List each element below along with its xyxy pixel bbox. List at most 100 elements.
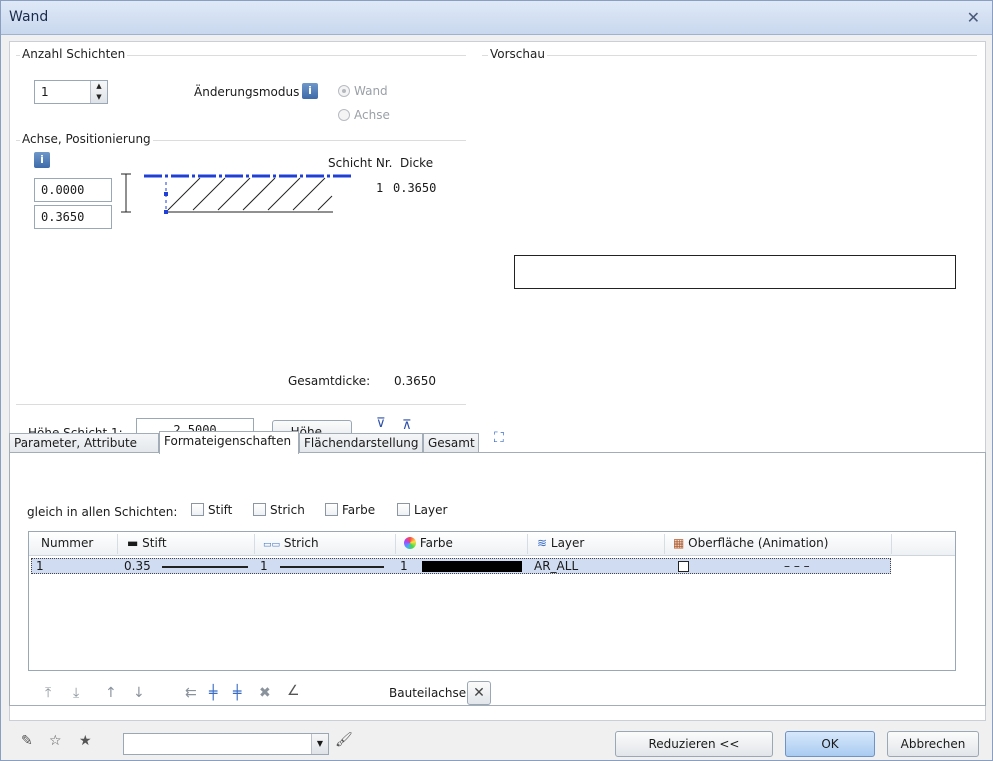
axis-top-field[interactable]: 0.0000 [34, 178, 112, 202]
cancel-button[interactable]: Abbrechen [887, 731, 979, 757]
height-bottom-icon[interactable]: ⊼ [402, 418, 412, 433]
favorite-save-icon[interactable]: ★ [79, 733, 92, 749]
cell-oberflaeche: – – – [784, 559, 810, 573]
checkbox-box [191, 503, 204, 516]
spin-down-icon[interactable]: ▼ [91, 92, 107, 103]
add-layer-below-icon[interactable]: ╪ [233, 685, 241, 701]
checkbox-layer[interactable]: Layer [397, 503, 447, 517]
table-row[interactable]: 1 0.35 1 1 AR_ALL – – – [31, 558, 891, 574]
layers-icon: ≋ [537, 536, 548, 550]
col-oberflaeche[interactable]: ▦ Oberfläche (Animation) [673, 536, 828, 550]
line-sample [280, 566, 384, 568]
col-layer[interactable]: ≋ Layer [537, 536, 584, 550]
cell-layer: AR_ALL [534, 559, 579, 573]
group-line-preview [482, 55, 977, 56]
group-title-preview: Vorschau [488, 47, 547, 61]
col-stift-label: Stift [142, 536, 167, 550]
preview-wall-rect [514, 255, 956, 289]
move-up-icon[interactable]: ↑ [105, 685, 117, 701]
layer-format-grid[interactable]: Nummer ▬ Stift ▭▭ Strich Farbe ≋ Layer ▦… [28, 531, 956, 671]
col-stift[interactable]: ▬ Stift [127, 536, 167, 550]
axis-bottom-field[interactable]: 0.3650 [34, 205, 112, 229]
info-icon-axis[interactable]: i [34, 152, 50, 168]
cell-farbe: 1 [400, 559, 408, 573]
group-title-layers: Anzahl Schichten [20, 47, 128, 61]
insert-layer-icon[interactable]: ⇇ [185, 685, 197, 701]
divider [16, 404, 466, 405]
layer-schematic [121, 173, 352, 214]
tab-gesamt[interactable]: Gesamt [423, 433, 479, 453]
tab-flaechendarstellung[interactable]: Flächendarstellung [299, 433, 423, 453]
spinner-buttons[interactable]: ▲ ▼ [90, 81, 107, 103]
column-separator[interactable] [527, 534, 528, 554]
col-oberflaeche-label: Oberfläche (Animation) [688, 536, 829, 550]
cell-strich: 1 [260, 559, 268, 573]
checkbox-box [253, 503, 266, 516]
column-separator[interactable] [664, 534, 665, 554]
radio-mode-wand[interactable]: Wand [338, 84, 388, 98]
layer-row-nr: 1 [376, 181, 384, 195]
eyedropper-icon[interactable]: ✎ [21, 733, 33, 749]
brush-icon[interactable]: 🖌 [335, 732, 353, 748]
radio-mode-achse[interactable]: Achse [338, 108, 390, 122]
wand-dialog: Wand ✕ Anzahl Schichten 1 ▲ ▼ Änderungsm… [0, 0, 993, 761]
column-separator[interactable] [891, 534, 892, 554]
move-top-icon[interactable]: ⤒ [45, 685, 51, 701]
layer-count-spinner[interactable]: 1 ▲ ▼ [34, 80, 108, 104]
checkbox-farbe[interactable]: Farbe [325, 503, 375, 517]
grid-header: Nummer ▬ Stift ▭▭ Strich Farbe ≋ Layer ▦… [29, 532, 955, 556]
col-layer-nr: Schicht Nr. [328, 156, 393, 170]
favorites-combo[interactable]: ▼ [123, 733, 329, 755]
reduce-button[interactable]: Reduzieren << [615, 731, 773, 757]
color-wheel-icon [404, 537, 416, 549]
col-farbe[interactable]: Farbe [404, 536, 453, 550]
texture-icon: ▦ [673, 536, 685, 550]
tab-formateigenschaften[interactable]: Formateigenschaften [159, 431, 299, 454]
col-layer-label: Layer [550, 536, 585, 550]
cell-nummer: 1 [36, 559, 44, 573]
height-top-icon[interactable]: ⊽ [376, 416, 386, 431]
delete-layer-icon[interactable]: ✖ [259, 685, 271, 701]
color-swatch [422, 561, 522, 572]
change-mode-label: Änderungsmodus [194, 85, 300, 99]
radio-label-wand: Wand [354, 84, 388, 98]
edit-icon[interactable]: ∠ [287, 683, 300, 699]
ok-button[interactable]: OK [785, 731, 875, 757]
tab-parameter-attribute[interactable]: Parameter, Attribute [9, 433, 159, 453]
close-icon[interactable]: ✕ [967, 8, 980, 27]
column-separator[interactable] [254, 534, 255, 554]
radio-label-achse: Achse [354, 108, 390, 122]
checkbox-stift[interactable]: Stift [191, 503, 232, 517]
radio-dot [338, 109, 350, 121]
radio-dot [338, 85, 350, 97]
chevron-down-icon[interactable]: ▼ [311, 734, 328, 754]
preview-zoom-icon[interactable]: ⛶ [494, 430, 504, 446]
bauteilachse-label: Bauteilachse [389, 686, 467, 700]
col-strich[interactable]: ▭▭ Strich [263, 536, 319, 550]
add-layer-above-icon[interactable]: ╪ [209, 685, 217, 701]
same-in-all-label: gleich in allen Schichten: [27, 505, 178, 519]
cell-stift: 0.35 [124, 559, 151, 573]
checkbox-label-layer: Layer [414, 503, 448, 517]
column-separator[interactable] [395, 534, 396, 554]
group-title-axis: Achse, Positionierung [20, 132, 153, 146]
col-farbe-label: Farbe [419, 536, 453, 550]
checkbox-label-stift: Stift [208, 503, 233, 517]
bauteilachse-tools-button[interactable]: ✕ [467, 681, 491, 705]
col-thickness: Dicke [400, 156, 434, 170]
title-bar[interactable]: Wand ✕ [1, 1, 992, 35]
spin-up-icon[interactable]: ▲ [91, 81, 107, 92]
dialog-footer: ✎ ☆ ★ ▼ 🖌 Reduzieren << OK Abbrechen [1, 721, 992, 761]
move-down-icon[interactable]: ↓ [133, 685, 145, 701]
total-thickness-value: 0.3650 [394, 374, 436, 388]
column-separator[interactable] [117, 534, 118, 554]
surface-checkbox[interactable] [678, 561, 689, 572]
line-style-icon: ▭▭ [263, 540, 281, 550]
favorite-open-icon[interactable]: ☆ [49, 733, 62, 749]
checkbox-box [325, 503, 338, 516]
move-bottom-icon[interactable]: ⤓ [73, 685, 79, 701]
info-icon[interactable]: i [302, 83, 318, 99]
col-strich-label: Strich [283, 536, 319, 550]
checkbox-strich[interactable]: Strich [253, 503, 305, 517]
col-nummer[interactable]: Nummer [41, 536, 93, 550]
